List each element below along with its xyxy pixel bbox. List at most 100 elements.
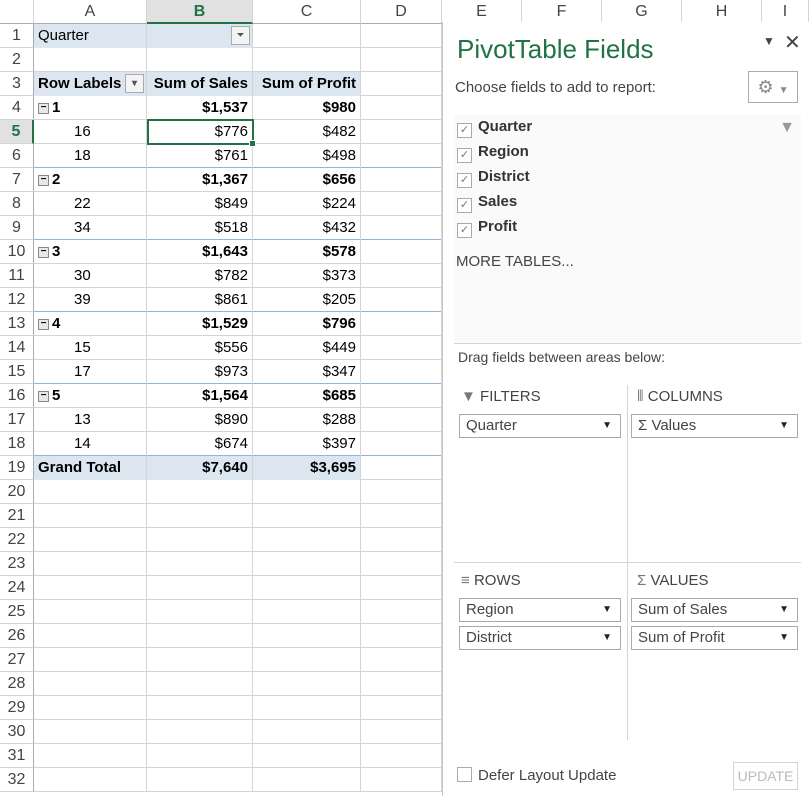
- cell-A31[interactable]: [34, 744, 147, 768]
- row-header-3[interactable]: 3: [0, 72, 34, 96]
- cell-C20[interactable]: [253, 480, 361, 504]
- row-header-6[interactable]: 6: [0, 144, 34, 168]
- cell-C21[interactable]: [253, 504, 361, 528]
- row-header-14[interactable]: 14: [0, 336, 34, 360]
- row-header-18[interactable]: 18: [0, 432, 34, 456]
- district-profit[interactable]: $449: [253, 336, 361, 360]
- active-cell-B5[interactable]: [147, 119, 256, 147]
- district-label[interactable]: 17: [34, 360, 147, 384]
- region-label[interactable]: −1: [34, 96, 147, 120]
- region-profit[interactable]: $685: [253, 384, 361, 408]
- cell-D32[interactable]: [361, 768, 442, 792]
- row-header-1[interactable]: 1: [0, 24, 34, 48]
- row-header-11[interactable]: 11: [0, 264, 34, 288]
- row-header-7[interactable]: 7: [0, 168, 34, 192]
- cell-B2[interactable]: [147, 48, 253, 72]
- checkbox-checked-icon[interactable]: ✓: [457, 123, 472, 138]
- cell-A2[interactable]: [34, 48, 147, 72]
- district-profit[interactable]: $397: [253, 432, 361, 456]
- district-sales[interactable]: $861: [147, 288, 253, 312]
- cell-B24[interactable]: [147, 576, 253, 600]
- district-profit[interactable]: $482: [253, 120, 361, 144]
- cell-B20[interactable]: [147, 480, 253, 504]
- sum-of-profit-header[interactable]: Sum of Profit: [253, 72, 361, 96]
- district-sales[interactable]: $556: [147, 336, 253, 360]
- region-profit[interactable]: $796: [253, 312, 361, 336]
- district-sales[interactable]: $849: [147, 192, 253, 216]
- row-header-28[interactable]: 28: [0, 672, 34, 696]
- district-label[interactable]: 39: [34, 288, 147, 312]
- filter-dropdown-button[interactable]: ⏷: [231, 26, 250, 45]
- cell-D22[interactable]: [361, 528, 442, 552]
- row-header-22[interactable]: 22: [0, 528, 34, 552]
- checkbox-checked-icon[interactable]: ✓: [457, 148, 472, 163]
- cell-D21[interactable]: [361, 504, 442, 528]
- district-label[interactable]: 13: [34, 408, 147, 432]
- cell-B26[interactable]: [147, 624, 253, 648]
- cell-D24[interactable]: [361, 576, 442, 600]
- row-header-2[interactable]: 2: [0, 48, 34, 72]
- row-header-23[interactable]: 23: [0, 552, 34, 576]
- region-profit[interactable]: $578: [253, 240, 361, 264]
- collapse-icon[interactable]: −: [38, 174, 49, 186]
- cell-A26[interactable]: [34, 624, 147, 648]
- cell-A28[interactable]: [34, 672, 147, 696]
- values-field-sum-of-sales[interactable]: Sum of Sales ▼: [631, 598, 798, 622]
- cell-D25[interactable]: [361, 600, 442, 624]
- cell-A22[interactable]: [34, 528, 147, 552]
- cell-B30[interactable]: [147, 720, 253, 744]
- cell-C28[interactable]: [253, 672, 361, 696]
- cell-D27[interactable]: [361, 648, 442, 672]
- cell-A32[interactable]: [34, 768, 147, 792]
- cell-D18[interactable]: [361, 432, 442, 456]
- district-profit[interactable]: $432: [253, 216, 361, 240]
- district-sales[interactable]: $518: [147, 216, 253, 240]
- cell-C29[interactable]: [253, 696, 361, 720]
- cell-D31[interactable]: [361, 744, 442, 768]
- more-tables-link[interactable]: MORE TABLES...: [456, 253, 574, 270]
- cell-D26[interactable]: [361, 624, 442, 648]
- checkbox-checked-icon[interactable]: ✓: [457, 173, 472, 188]
- row-header-16[interactable]: 16: [0, 384, 34, 408]
- region-sales[interactable]: $1,529: [147, 312, 253, 336]
- cell-C31[interactable]: [253, 744, 361, 768]
- rows-field-region[interactable]: Region ▼: [459, 598, 621, 622]
- cell-C23[interactable]: [253, 552, 361, 576]
- region-label[interactable]: −3: [34, 240, 147, 264]
- column-header-D[interactable]: D: [361, 0, 442, 24]
- district-label[interactable]: 16: [34, 120, 147, 144]
- cell-A30[interactable]: [34, 720, 147, 744]
- row-header-26[interactable]: 26: [0, 624, 34, 648]
- cell-D5[interactable]: [361, 120, 442, 144]
- cell-D17[interactable]: [361, 408, 442, 432]
- column-header-B[interactable]: B: [147, 0, 253, 24]
- cell-D16[interactable]: [361, 384, 442, 408]
- cell-D14[interactable]: [361, 336, 442, 360]
- row-header-19[interactable]: 19: [0, 456, 34, 480]
- grand-total-sales[interactable]: $7,640: [147, 456, 253, 480]
- row-header-4[interactable]: 4: [0, 96, 34, 120]
- cell-C25[interactable]: [253, 600, 361, 624]
- sum-of-sales-header[interactable]: Sum of Sales: [147, 72, 253, 96]
- district-sales[interactable]: $761: [147, 144, 253, 168]
- region-sales[interactable]: $1,643: [147, 240, 253, 264]
- district-label[interactable]: 15: [34, 336, 147, 360]
- rows-field-district[interactable]: District ▼: [459, 626, 621, 650]
- district-profit[interactable]: $205: [253, 288, 361, 312]
- cell-C2[interactable]: [253, 48, 361, 72]
- cell-C1[interactable]: [253, 24, 361, 48]
- column-header-E[interactable]: E: [442, 0, 522, 24]
- district-profit[interactable]: $347: [253, 360, 361, 384]
- district-profit[interactable]: $288: [253, 408, 361, 432]
- region-profit[interactable]: $980: [253, 96, 361, 120]
- field-profit[interactable]: ✓ Profit: [457, 217, 517, 238]
- cell-A24[interactable]: [34, 576, 147, 600]
- cell-D13[interactable]: [361, 312, 442, 336]
- row-header-27[interactable]: 27: [0, 648, 34, 672]
- field-district[interactable]: ✓ District: [457, 167, 530, 188]
- cell-A23[interactable]: [34, 552, 147, 576]
- column-header-G[interactable]: G: [602, 0, 682, 24]
- cell-D2[interactable]: [361, 48, 442, 72]
- cell-B23[interactable]: [147, 552, 253, 576]
- column-header-I[interactable]: I: [762, 0, 809, 24]
